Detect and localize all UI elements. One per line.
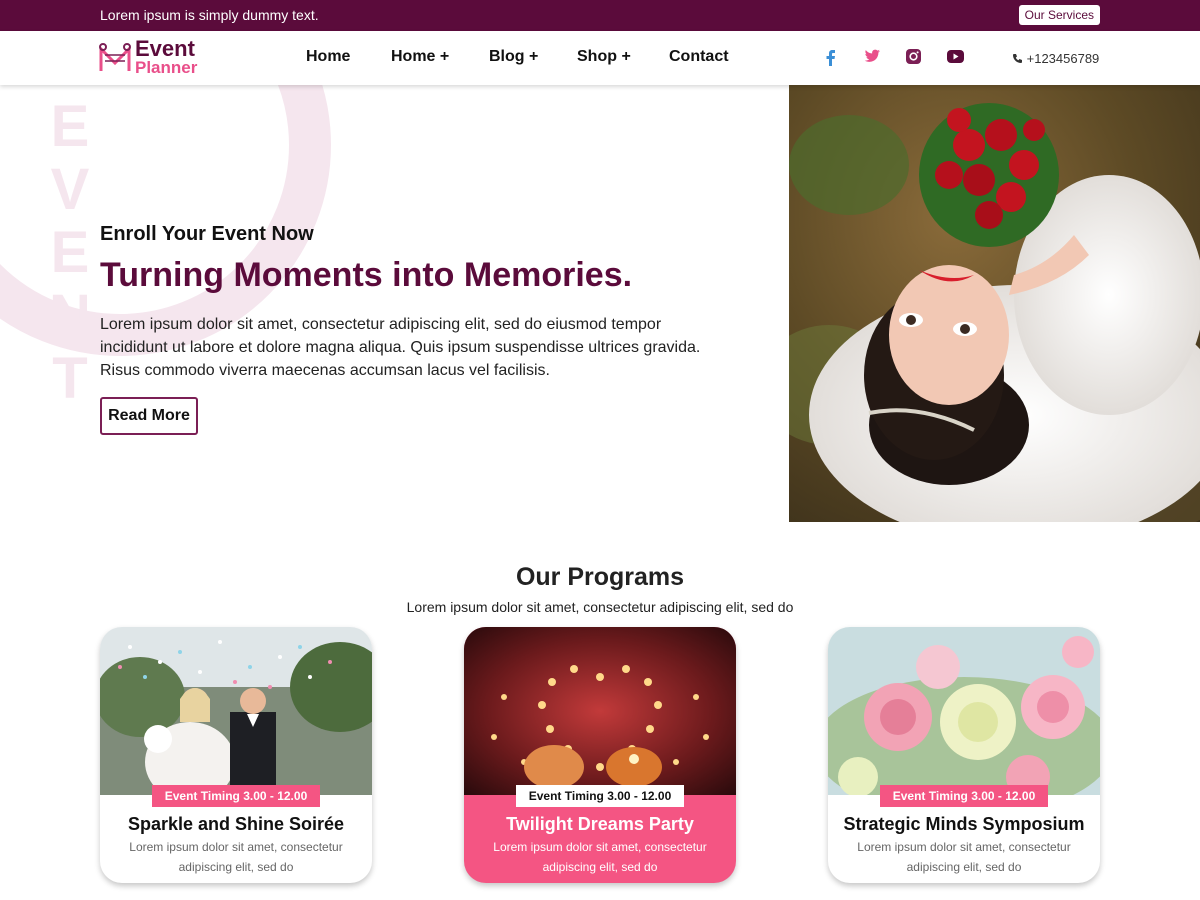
nav-item-blog[interactable]: Blog +: [489, 48, 538, 66]
youtube-icon[interactable]: [946, 48, 965, 65]
program-card-image: [464, 627, 736, 795]
watermark-letter: T: [52, 346, 88, 411]
nav-item-home[interactable]: Home: [306, 48, 350, 66]
program-card[interactable]: Event Timing 3.00 - 12.00 Strategic Mind…: [828, 627, 1100, 883]
facebook-icon[interactable]: [823, 48, 837, 66]
event-timing-badge: Event Timing 3.00 - 12.00: [880, 785, 1048, 807]
program-card-text: Lorem ipsum dolor sit amet, consectetur …: [857, 840, 1071, 874]
hero-title: Turning Moments into Memories.: [100, 256, 633, 294]
top-bar-message: Lorem ipsum is simply dummy text.: [100, 7, 319, 23]
watermark-letter: E: [50, 220, 90, 285]
program-card-image: [828, 627, 1100, 795]
programs-title: Our Programs: [515, 563, 685, 591]
program-card-title[interactable]: Twilight Dreams Party: [464, 814, 736, 835]
event-timing-badge: Event Timing 3.00 - 12.00: [516, 785, 684, 807]
program-card-image: [100, 627, 372, 795]
program-card-title[interactable]: Strategic Minds Symposium: [828, 814, 1100, 835]
hero-image: [789, 85, 1200, 522]
top-bar: Lorem ipsum is simply dummy text. Our Se…: [0, 0, 1200, 31]
nav-item-contact[interactable]: Contact: [669, 48, 729, 66]
phone-contact[interactable]: +123456789: [1012, 51, 1099, 66]
site-header: Event Planner Home Home + Blog + Shop + …: [0, 31, 1200, 85]
watermark-letter: N: [49, 283, 91, 348]
phone-number: +123456789: [1026, 51, 1100, 66]
logo-mark-icon: [99, 43, 131, 71]
program-card[interactable]: Event Timing 3.00 - 12.00 Sparkle and Sh…: [100, 627, 372, 883]
program-card-text: Lorem ipsum dolor sit amet, consectetur …: [493, 840, 707, 874]
nav-item-home-plus[interactable]: Home +: [391, 48, 449, 66]
event-timing-badge: Event Timing 3.00 - 12.00: [152, 785, 320, 807]
program-card-title[interactable]: Sparkle and Shine Soirée: [100, 814, 372, 835]
nav-item-shop[interactable]: Shop +: [577, 48, 631, 66]
phone-icon: [1013, 54, 1022, 63]
hero-eyebrow: Enroll Your Event Now: [100, 223, 314, 245]
logo[interactable]: Event Planner: [99, 37, 219, 81]
twitter-icon[interactable]: [863, 48, 881, 64]
watermark-letter: V: [50, 157, 90, 222]
program-card-text: Lorem ipsum dolor sit amet, consectetur …: [129, 840, 343, 874]
hero-description: Lorem ipsum dolor sit amet, consectetur …: [100, 316, 701, 379]
watermark-letter: E: [50, 94, 90, 159]
logo-text-planner: Planner: [135, 58, 198, 77]
our-services-button[interactable]: Our Services: [1018, 5, 1100, 25]
read-more-button[interactable]: Read More: [100, 397, 198, 435]
hero-watermark: E V E N T: [45, 95, 95, 410]
programs-subtitle: Lorem ipsum dolor sit amet, consectetur …: [406, 599, 794, 615]
instagram-icon[interactable]: [905, 48, 922, 65]
program-card[interactable]: Event Timing 3.00 - 12.00 Twilight Dream…: [464, 627, 736, 883]
